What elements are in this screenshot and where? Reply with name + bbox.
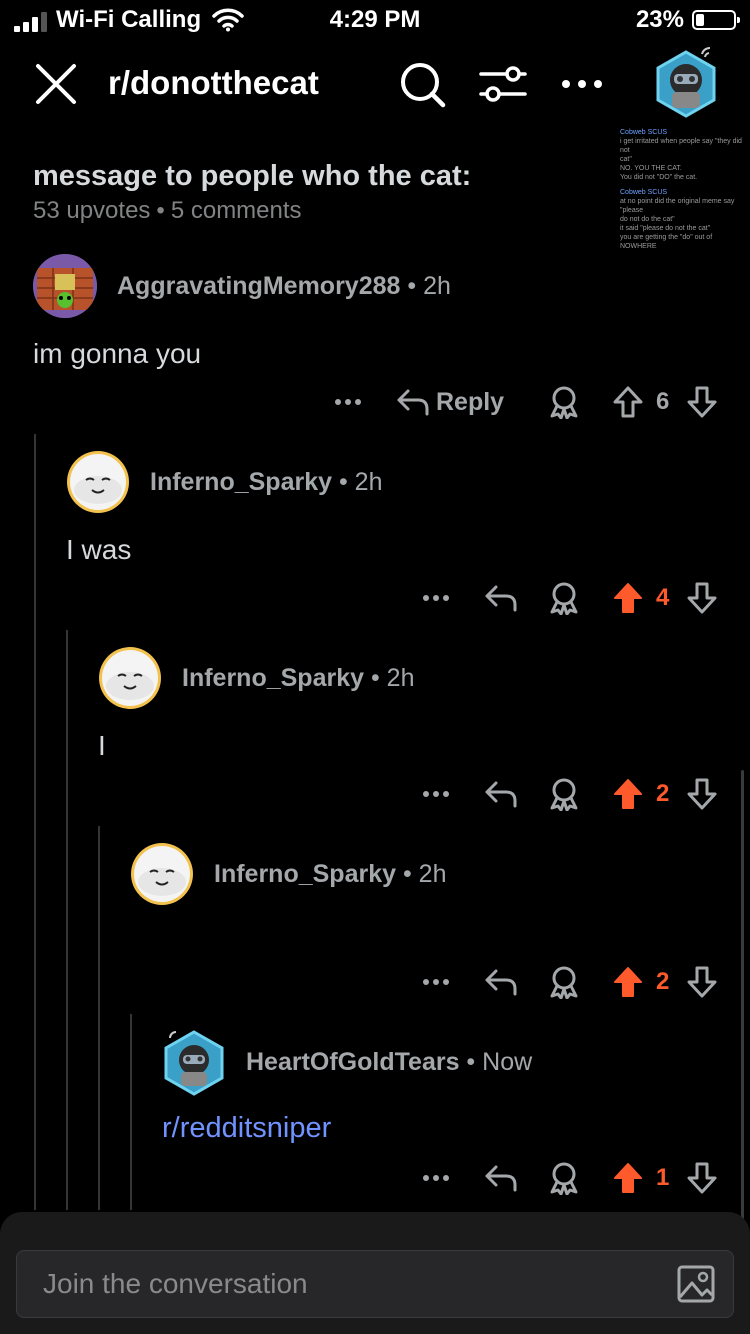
reply-button[interactable]: Reply xyxy=(396,382,504,422)
comment-actions: Reply 6 xyxy=(0,382,750,422)
comment-author[interactable]: Inferno_Sparky • 2h xyxy=(214,860,446,889)
thumbnail-line: you are getting the "do" out of NOWHERE xyxy=(620,234,713,250)
thumbnail-line: it said "please do not the cat" xyxy=(620,225,711,232)
comment-body: im gonna you xyxy=(33,338,202,369)
post-meta: 53 upvotes • 5 comments xyxy=(33,197,302,224)
vote-score: 1 xyxy=(656,1164,670,1191)
downvote-icon[interactable] xyxy=(686,962,718,1002)
thumbnail-line: cat" xyxy=(620,156,632,163)
reply-label: Reply xyxy=(436,387,505,416)
more-options-icon[interactable] xyxy=(334,382,362,422)
more-options-icon[interactable] xyxy=(422,774,450,814)
comment-time: 2h xyxy=(423,272,451,300)
username[interactable]: Inferno_Sparky xyxy=(182,664,364,692)
comment-author[interactable]: Inferno_Sparky • 2h xyxy=(182,664,414,693)
search-icon[interactable] xyxy=(398,60,448,110)
thumbnail-line: You did not "DO" the cat. xyxy=(620,174,698,181)
more-options-icon[interactable] xyxy=(560,72,604,96)
award-icon[interactable] xyxy=(548,1158,580,1198)
downvote-icon[interactable] xyxy=(686,382,718,422)
status-bar: Wi-Fi Calling 4:29 PM 23% xyxy=(0,0,750,40)
downvote-icon[interactable] xyxy=(686,774,718,814)
award-icon[interactable] xyxy=(548,774,580,814)
thumbnail-line: at no point did the original meme say "p… xyxy=(620,198,735,214)
subreddit-link[interactable]: r/redditsniper xyxy=(162,1112,331,1145)
comment-time: 2h xyxy=(354,468,383,496)
award-icon[interactable] xyxy=(548,382,580,422)
thread-line[interactable] xyxy=(98,826,100,1210)
thumbnail-line: i get irritated when people say "they di… xyxy=(620,138,742,154)
reply-icon[interactable] xyxy=(484,962,518,1002)
scrollbar[interactable] xyxy=(741,770,744,1230)
battery-icon xyxy=(692,10,740,30)
comment-actions: 2 xyxy=(0,774,750,814)
vote-score: 6 xyxy=(656,388,670,415)
reply-icon[interactable] xyxy=(484,578,518,618)
comment-time: Now xyxy=(482,1048,533,1076)
upvote-icon-active[interactable] xyxy=(612,578,644,618)
reply-icon[interactable] xyxy=(484,774,518,814)
comment-body: I xyxy=(98,730,106,761)
close-icon[interactable] xyxy=(34,62,78,106)
more-options-icon[interactable] xyxy=(422,578,450,618)
thread-line[interactable] xyxy=(34,434,36,1210)
avatar[interactable] xyxy=(98,646,162,710)
vote-score: 2 xyxy=(656,780,670,807)
comment-time: 2h xyxy=(386,664,415,692)
more-options-icon[interactable] xyxy=(422,1158,450,1198)
comment-author[interactable]: HeartOfGoldTears • Now xyxy=(246,1048,532,1077)
username[interactable]: HeartOfGoldTears xyxy=(246,1048,459,1076)
comment-actions: 4 xyxy=(0,578,750,618)
upvote-icon-active[interactable] xyxy=(612,962,644,1002)
upvote-count: 53 upvotes xyxy=(33,197,151,224)
vote-score: 4 xyxy=(656,584,670,611)
sort-filter-icon[interactable] xyxy=(478,62,528,106)
username[interactable]: Inferno_Sparky xyxy=(214,860,396,888)
avatar[interactable] xyxy=(130,842,194,906)
thumbnail-line: Cobweb SCUS xyxy=(620,189,668,196)
post-thumbnail[interactable]: Cobweb SCUS i get irritated when people … xyxy=(620,128,750,250)
comment-body: I was xyxy=(66,534,132,565)
comment-actions: 1 xyxy=(0,1158,750,1198)
thumbnail-line: Cobweb SCUS xyxy=(620,129,668,136)
comment-author[interactable]: AggravatingMemory288 • 2h xyxy=(117,272,451,301)
thumbnail-line: do not do the cat" xyxy=(620,216,675,223)
username[interactable]: Inferno_Sparky xyxy=(150,468,332,496)
username[interactable]: AggravatingMemory288 xyxy=(117,272,400,300)
comment-author[interactable]: Inferno_Sparky • 2h xyxy=(150,468,382,497)
image-upload-icon[interactable] xyxy=(677,1265,715,1303)
profile-avatar[interactable] xyxy=(652,44,720,120)
upvote-icon-active[interactable] xyxy=(612,1158,644,1198)
more-options-icon[interactable] xyxy=(422,962,450,1002)
subreddit-title[interactable]: r/donotthecat xyxy=(108,64,319,102)
thumbnail-line: NO. YOU THE CAT. xyxy=(620,165,682,172)
vote-score: 2 xyxy=(656,968,670,995)
comment-count: 5 comments xyxy=(170,197,302,224)
comment-actions: 2 xyxy=(0,962,750,1002)
avatar[interactable] xyxy=(162,1028,226,1096)
upvote-icon-active[interactable] xyxy=(612,774,644,814)
reply-icon xyxy=(397,389,429,416)
comment-input[interactable] xyxy=(41,1267,645,1301)
thread-line[interactable] xyxy=(66,630,68,1210)
reply-icon[interactable] xyxy=(484,1158,518,1198)
join-conversation-field[interactable] xyxy=(16,1250,734,1318)
award-icon[interactable] xyxy=(548,962,580,1002)
post-title[interactable]: message to people who the cat: xyxy=(33,160,471,193)
battery-percent: 23% xyxy=(635,6,684,33)
avatar[interactable] xyxy=(66,450,130,514)
downvote-icon[interactable] xyxy=(686,1158,718,1198)
comment-time: 2h xyxy=(418,860,447,888)
avatar[interactable] xyxy=(33,254,97,318)
award-icon[interactable] xyxy=(548,578,580,618)
upvote-icon[interactable] xyxy=(612,382,644,422)
downvote-icon[interactable] xyxy=(686,578,718,618)
